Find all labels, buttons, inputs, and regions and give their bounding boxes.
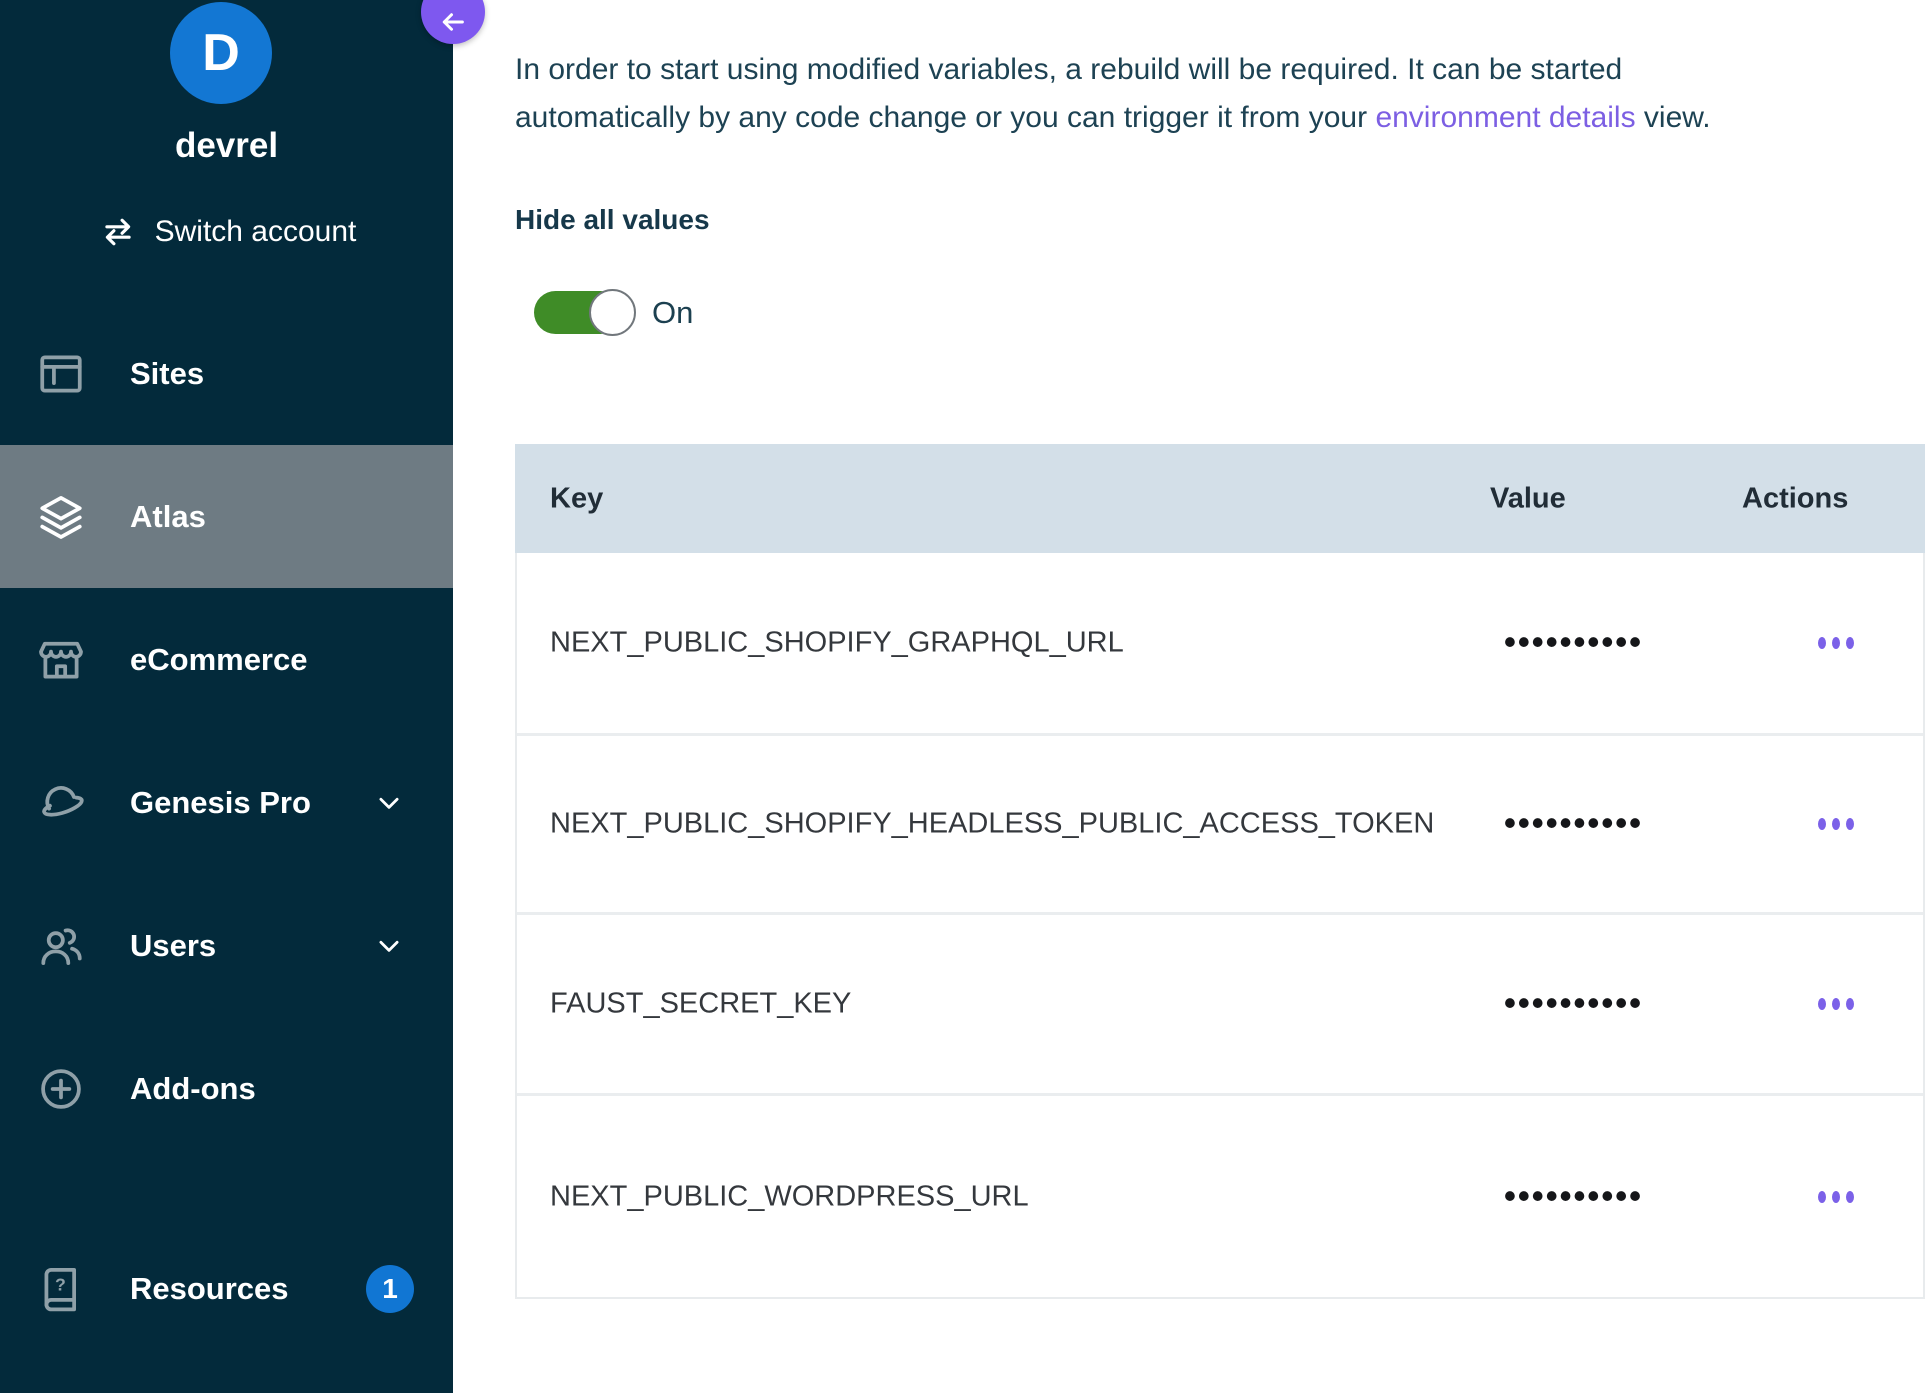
environment-details-link[interactable]: environment details <box>1375 101 1635 134</box>
env-vars-table: Key Value Actions NEXT_PUBLIC_SHOPIFY_GR… <box>515 444 1925 1299</box>
ellipsis-icon <box>1818 1191 1854 1203</box>
circle-plus-icon <box>36 1064 86 1114</box>
avatar-initial: D <box>202 23 240 83</box>
env-var-key: NEXT_PUBLIC_WORDPRESS_URL <box>550 1180 1029 1213</box>
sidebar-item-label: Add-ons <box>130 1071 256 1107</box>
sidebar-item-add-ons[interactable]: Add-ons <box>0 1017 453 1160</box>
ellipsis-icon <box>1818 637 1854 649</box>
sidebar: D devrel Switch account Sites Atlas eCom… <box>0 0 453 1393</box>
env-var-masked-value: •••••••••• <box>1504 805 1643 844</box>
sidebar-item-users[interactable]: Users <box>0 874 453 1017</box>
switch-account-button[interactable]: Switch account <box>0 206 453 258</box>
account-name: devrel <box>0 126 453 166</box>
avatar: D <box>170 2 272 104</box>
sites-icon <box>36 349 86 399</box>
help-book-icon: ? <box>36 1264 86 1314</box>
sidebar-item-genesis-pro[interactable]: Genesis Pro <box>0 731 453 874</box>
table-row: FAUST_SECRET_KEY •••••••••• <box>517 912 1923 1093</box>
column-header-key: Key <box>550 482 603 515</box>
sidebar-item-sites[interactable]: Sites <box>0 302 453 445</box>
env-var-masked-value: •••••••••• <box>1504 624 1643 663</box>
toggle-knob <box>589 289 636 336</box>
swap-arrows-icon <box>97 213 139 251</box>
users-icon <box>36 921 86 971</box>
layers-icon <box>36 492 86 542</box>
ellipsis-icon <box>1818 998 1854 1010</box>
env-var-masked-value: •••••••••• <box>1504 985 1643 1024</box>
main-content: In order to start using modified variabl… <box>515 0 1930 1393</box>
toggle-state-label: On <box>652 295 693 331</box>
env-var-key: NEXT_PUBLIC_SHOPIFY_HEADLESS_PUBLIC_ACCE… <box>550 808 1434 841</box>
table-header-row: Key Value Actions <box>515 444 1925 553</box>
rebuild-notice-suffix: view. <box>1636 101 1711 134</box>
row-actions-button[interactable] <box>1806 984 1866 1024</box>
sidebar-item-atlas[interactable]: Atlas <box>0 445 453 588</box>
table-body: NEXT_PUBLIC_SHOPIFY_GRAPHQL_URL ••••••••… <box>515 553 1925 1299</box>
sidebar-item-label: Genesis Pro <box>130 785 311 821</box>
sidebar-item-label: eCommerce <box>130 642 307 678</box>
ellipsis-icon <box>1818 818 1854 830</box>
switch-account-label: Switch account <box>155 215 357 249</box>
chevron-down-icon <box>374 931 404 961</box>
atlas-environment-variables-page: { "sidebar": { "account": { "initial": "… <box>0 0 1930 1393</box>
env-var-key: NEXT_PUBLIC_SHOPIFY_GRAPHQL_URL <box>550 627 1124 660</box>
table-row: NEXT_PUBLIC_SHOPIFY_HEADLESS_PUBLIC_ACCE… <box>517 733 1923 912</box>
column-header-actions: Actions <box>1742 482 1848 515</box>
row-actions-button[interactable] <box>1806 623 1866 663</box>
row-actions-button[interactable] <box>1806 804 1866 844</box>
sidebar-item-resources[interactable]: ? Resources 1 <box>0 1217 453 1360</box>
storefront-icon <box>36 635 86 685</box>
chevron-down-icon <box>374 788 404 818</box>
table-row: NEXT_PUBLIC_WORDPRESS_URL •••••••••• <box>517 1093 1923 1297</box>
svg-text:?: ? <box>55 1274 66 1294</box>
sidebar-item-label: Resources <box>130 1271 289 1307</box>
column-header-value: Value <box>1490 482 1566 515</box>
sidebar-item-label: Users <box>130 928 216 964</box>
env-var-key: FAUST_SECRET_KEY <box>550 988 851 1021</box>
notification-badge: 1 <box>366 1265 414 1313</box>
rebuild-notice: In order to start using modified variabl… <box>515 46 1915 142</box>
sidebar-item-ecommerce[interactable]: eCommerce <box>0 588 453 731</box>
env-var-masked-value: •••••••••• <box>1504 1177 1643 1216</box>
planet-icon <box>36 778 86 828</box>
table-row: NEXT_PUBLIC_SHOPIFY_GRAPHQL_URL ••••••••… <box>517 553 1923 733</box>
rebuild-notice-line1: In order to start using modified variabl… <box>515 53 1622 86</box>
arrow-left-icon <box>438 7 468 44</box>
rebuild-notice-line2: automatically by any code change or you … <box>515 101 1375 134</box>
hide-all-values-toggle[interactable] <box>534 291 636 334</box>
sidebar-item-label: Atlas <box>130 499 206 535</box>
row-actions-button[interactable] <box>1806 1177 1866 1217</box>
hide-all-values-label: Hide all values <box>515 204 710 236</box>
sidebar-item-label: Sites <box>130 356 204 392</box>
